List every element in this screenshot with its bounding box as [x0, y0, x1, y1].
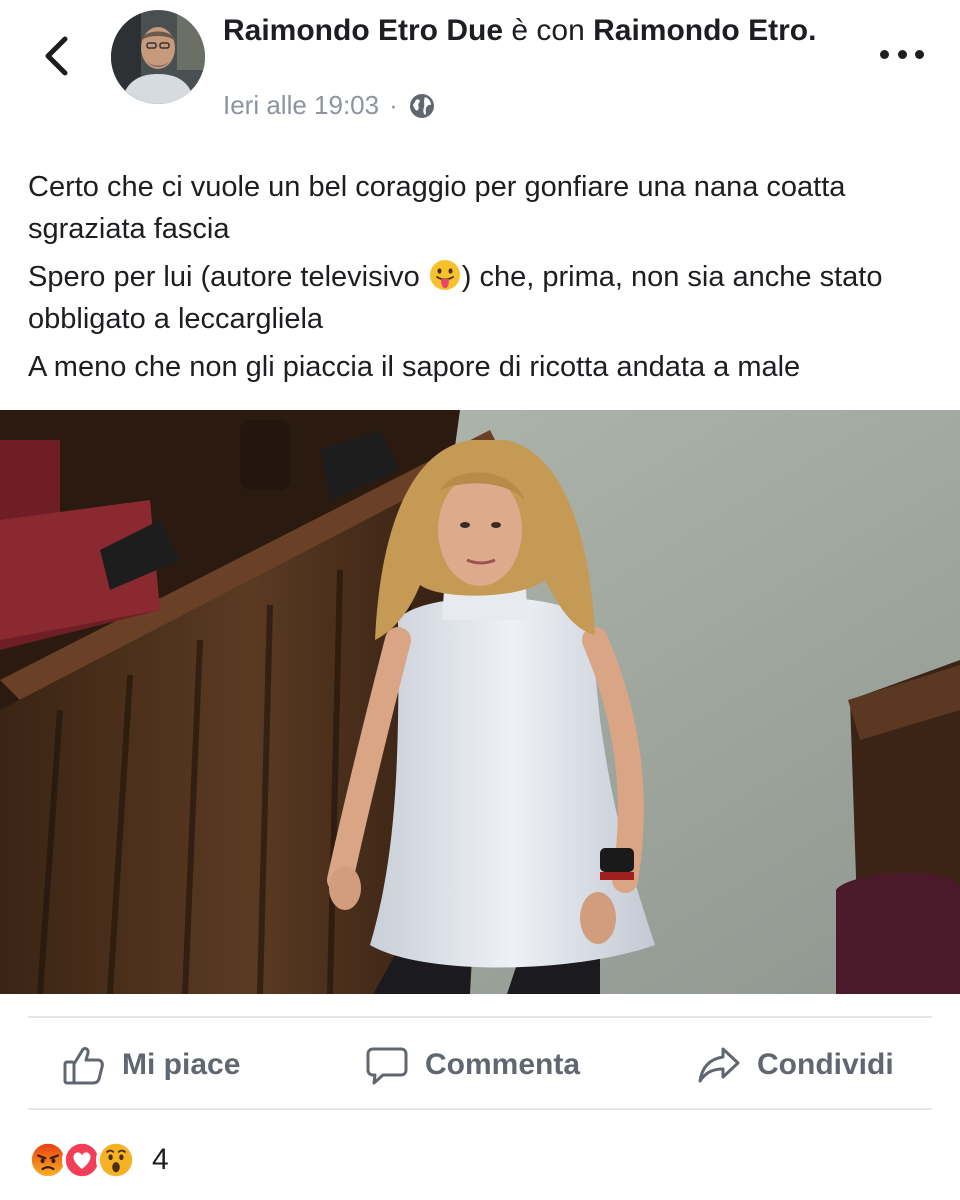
post-text-line: A meno che non gli piaccia il sapore di … — [28, 351, 801, 383]
post-meta: Ieri alle 19:03 · — [223, 90, 436, 121]
author-avatar[interactable] — [111, 10, 205, 104]
globe-icon — [409, 93, 434, 118]
post-text-line: Spero per lui (autore televisivo ) che, … — [28, 256, 938, 340]
reaction-count: 4 — [152, 1143, 169, 1176]
comment-icon — [366, 1047, 408, 1085]
post-timestamp[interactable]: Ieri alle 19:03 — [223, 90, 379, 121]
more-options-button[interactable] — [880, 40, 924, 68]
comment-label: Commenta — [425, 1048, 581, 1081]
photo-image — [0, 410, 960, 994]
tagged-name[interactable]: Raimondo Etro. — [593, 14, 816, 47]
back-button[interactable] — [36, 30, 76, 82]
dot-icon — [880, 49, 889, 59]
divider-bottom — [28, 1108, 932, 1110]
wow-reaction-icon — [96, 1140, 136, 1180]
post-header: Raimondo Etro Due è con Raimondo Etro. I… — [0, 0, 960, 140]
post-text: Certo che ci vuole un bel coraggio per g… — [28, 166, 938, 394]
with-text: è con — [511, 14, 585, 47]
reactions-summary[interactable]: 4 — [28, 1136, 169, 1184]
dot-icon — [915, 49, 924, 59]
share-button[interactable]: Condividi — [697, 1020, 894, 1110]
post-photo[interactable] — [0, 410, 960, 994]
comment-button[interactable]: Commenta — [365, 1020, 580, 1110]
share-icon — [698, 1047, 740, 1083]
tongue-out-emoji-icon — [429, 260, 460, 290]
share-label: Condividi — [757, 1048, 894, 1081]
meta-separator: · — [389, 90, 398, 120]
dot-icon — [897, 49, 907, 59]
thumbs-up-icon — [63, 1047, 104, 1085]
like-label: Mi piace — [122, 1048, 241, 1081]
post-actions-bar: Mi piace Commenta Condividi — [0, 1020, 960, 1110]
author-name[interactable]: Raimondo Etro Due — [223, 14, 503, 47]
post-text-fragment: Spero per lui (autore televisivo — [28, 261, 420, 293]
post-text-line: Certo che ci vuole un bel coraggio per g… — [28, 171, 846, 245]
like-button[interactable]: Mi piace — [62, 1020, 240, 1110]
author-line: Raimondo Etro Due è con Raimondo Etro. — [223, 10, 823, 52]
divider-top — [28, 1016, 932, 1018]
chevron-left-icon — [45, 36, 68, 76]
